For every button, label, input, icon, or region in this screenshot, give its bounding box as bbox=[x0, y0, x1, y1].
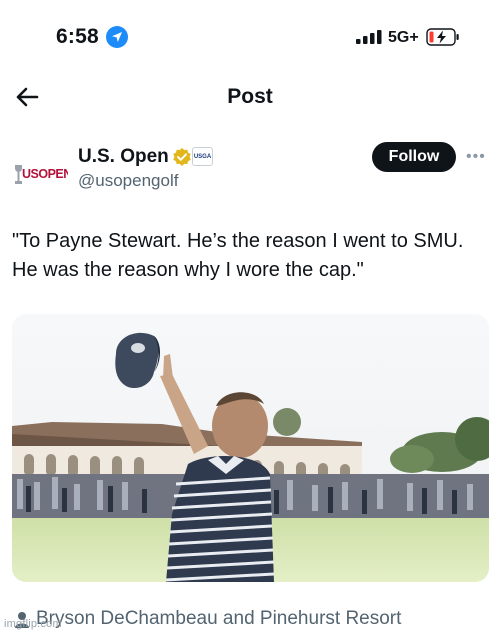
more-options-icon[interactable]: ••• bbox=[466, 148, 486, 166]
follow-button[interactable]: Follow bbox=[372, 142, 456, 172]
author-display-name[interactable]: U.S. Open bbox=[78, 146, 169, 168]
verified-gold-badge-icon bbox=[173, 148, 191, 166]
avatar-text: USOPEN bbox=[22, 167, 68, 181]
trophy-icon bbox=[15, 165, 22, 184]
status-bar: 6:58 5G+ bbox=[0, 0, 500, 62]
location-arrow-icon bbox=[106, 26, 128, 48]
tagged-people-row[interactable]: Bryson DeChambeau and Pinehurst Resort bbox=[12, 606, 492, 632]
network-type: 5G+ bbox=[388, 29, 419, 46]
top-nav: Post bbox=[0, 70, 500, 126]
affiliate-badge: USGA bbox=[192, 147, 213, 166]
signal-bars-icon bbox=[356, 30, 382, 44]
status-time: 6:58 bbox=[56, 25, 99, 48]
author-handle[interactable]: @usopengolf bbox=[78, 171, 178, 191]
post-text: "To Payne Stewart. He’s the reason I wen… bbox=[12, 230, 464, 281]
avatar[interactable]: USOPEN bbox=[12, 148, 73, 188]
post-media-photo[interactable] bbox=[12, 314, 489, 582]
watermark: imgflip.com bbox=[4, 618, 62, 630]
tagged-people-text[interactable]: Bryson DeChambeau and Pinehurst Resort bbox=[36, 608, 401, 630]
page-title: Post bbox=[227, 85, 273, 108]
battery-low-charging-icon bbox=[426, 28, 459, 46]
post-author-row: USOPEN U.S. Open USGA @usopengolf Follow… bbox=[0, 136, 500, 196]
